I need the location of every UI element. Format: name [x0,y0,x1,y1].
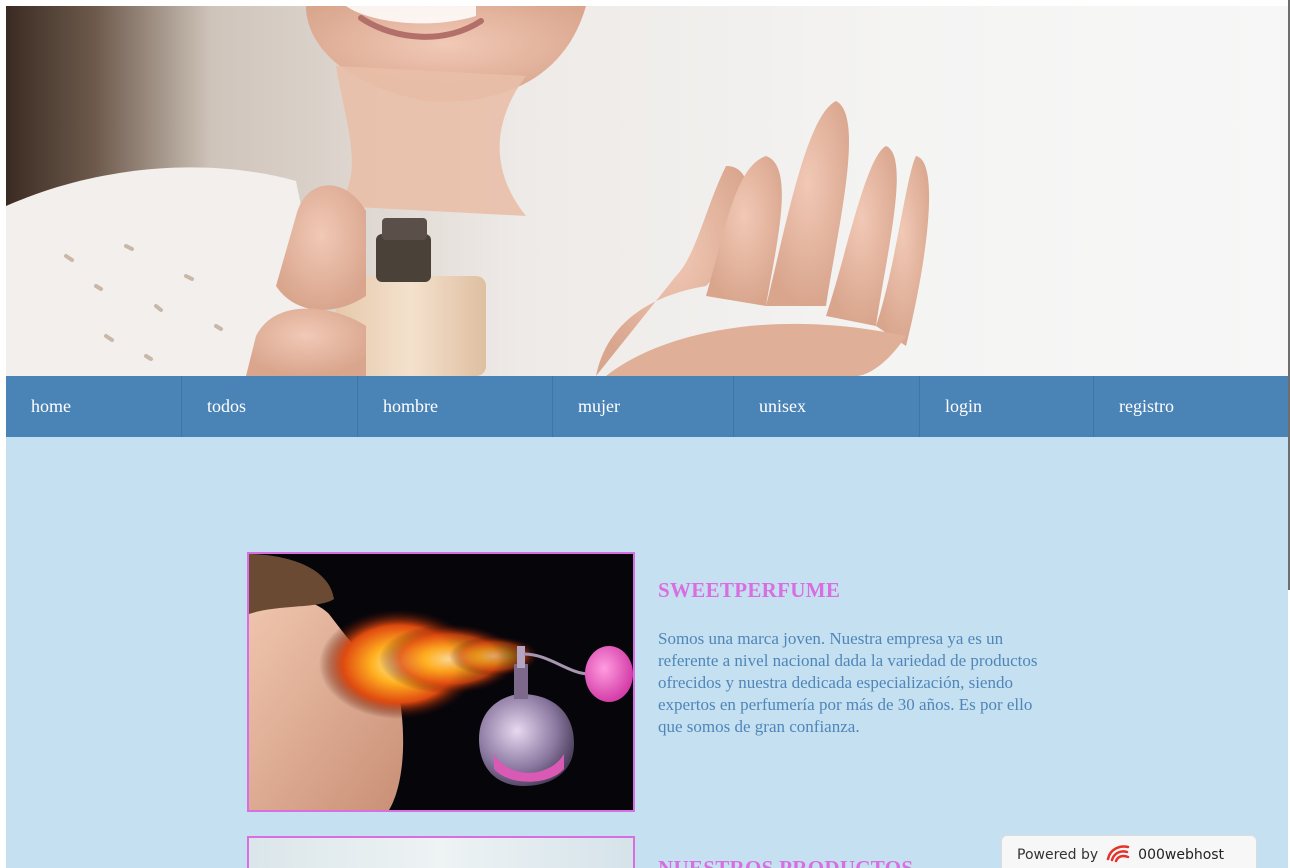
brand-title: SWEETPERFUME [658,578,841,602]
hero-banner-image [6,6,1288,376]
nav-item-login[interactable]: login [920,376,1094,437]
main-navigation: home todos hombre mujer unisex login reg… [6,376,1288,437]
products-title: NUESTROS PRODUCTOS [658,856,914,868]
nav-item-home[interactable]: home [6,376,182,437]
page: home todos hombre mujer unisex login reg… [0,0,1290,868]
nav-item-registro[interactable]: registro [1094,376,1288,437]
000webhost-logo-icon [1106,843,1132,867]
nav-item-todos[interactable]: todos [182,376,358,437]
000webhost-label: 000webhost [1138,847,1225,863]
nav-item-hombre[interactable]: hombre [358,376,553,437]
powered-by-badge[interactable]: Powered by 000webhost [1001,835,1257,868]
content-section [6,437,1288,868]
brand-description: Somos una marca joven. Nuestra empresa y… [658,629,1038,736]
nav-item-mujer[interactable]: mujer [553,376,734,437]
brand-image [247,552,635,812]
powered-by-label: Powered by [1017,847,1099,863]
products-image [247,836,635,868]
nav-item-unisex[interactable]: unisex [734,376,920,437]
